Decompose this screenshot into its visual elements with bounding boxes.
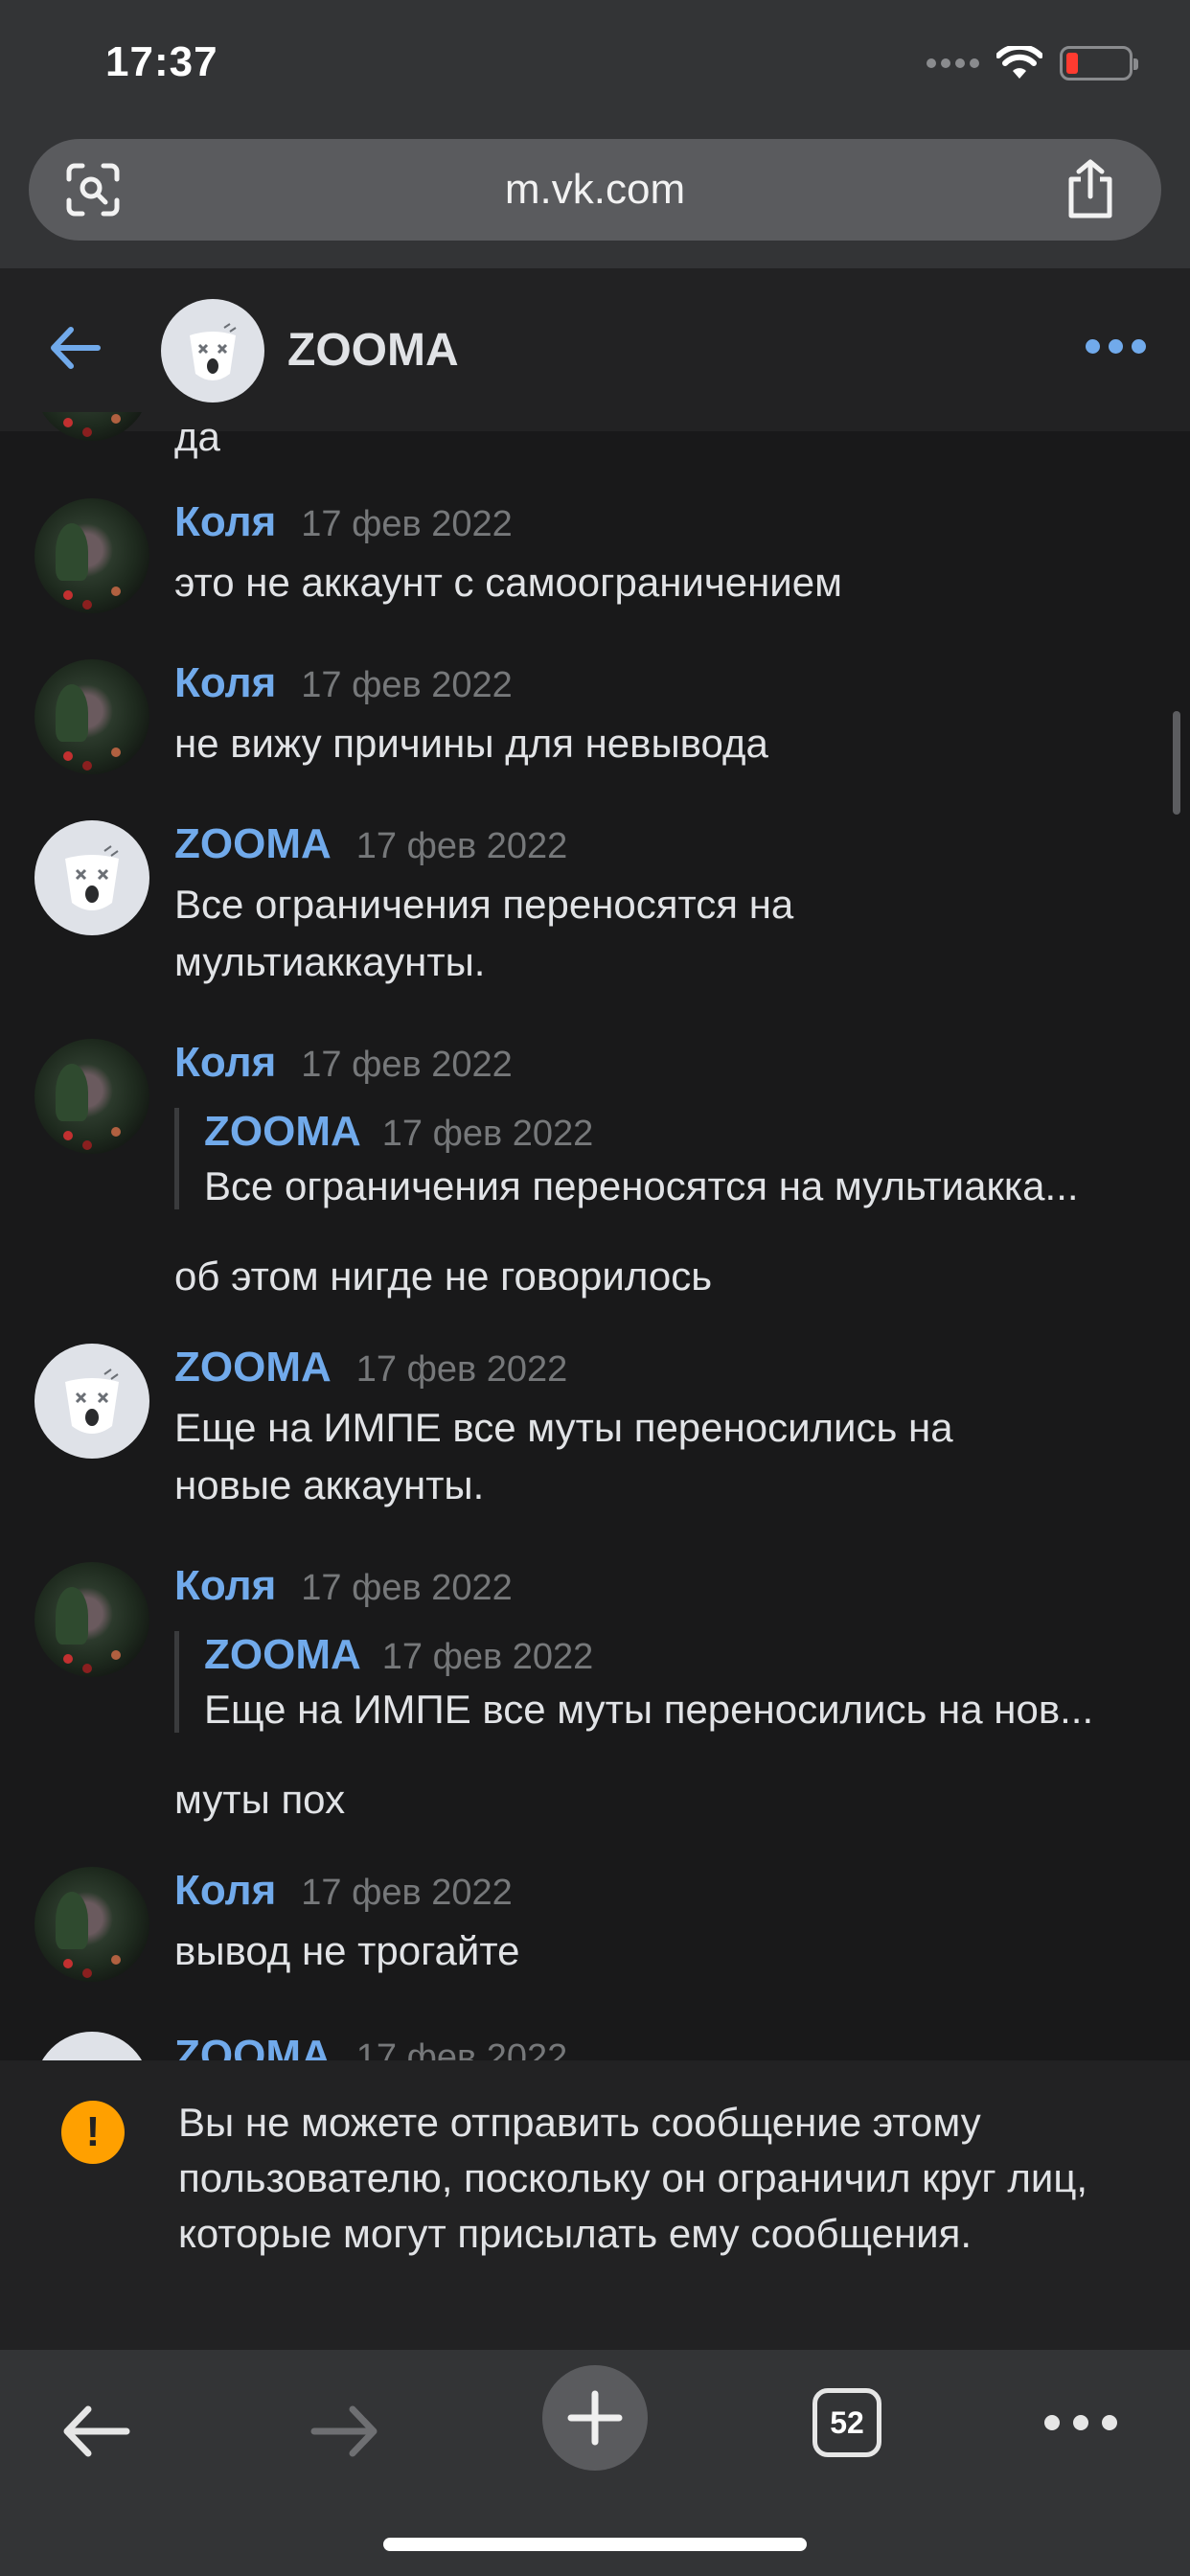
message-text: об этом нигде не говорилось (174, 1254, 713, 1299)
message-author[interactable]: Коля (174, 659, 276, 707)
quote-date: 17 фев 2022 (381, 1637, 594, 1677)
quote-author: ZOOMA (204, 1631, 361, 1678)
avatar[interactable] (34, 412, 149, 441)
message-author[interactable]: Коля (174, 1039, 276, 1087)
message-date: 17 фев 2022 (301, 665, 513, 705)
reply-quote[interactable]: ZOOMA 17 фев 2022 Еще на ИМПЕ все муты пе… (174, 1631, 1152, 1733)
new-tab-button[interactable] (542, 2365, 648, 2471)
menu-icon[interactable] (1044, 2415, 1117, 2430)
message-text: не вижу причины для невывода (174, 721, 768, 766)
message-text: это не аккаунт с самоограничением (174, 560, 842, 605)
message-date: 17 фев 2022 (301, 1045, 513, 1085)
avatar[interactable] (34, 2032, 149, 2060)
quote-author: ZOOMA (204, 1108, 361, 1155)
warning-icon: ! (61, 2101, 125, 2164)
message-date: 17 фев 2022 (301, 504, 513, 544)
avatar[interactable] (34, 1562, 149, 1677)
restriction-notice: ! Вы не можете отправить сообщение этому… (0, 2060, 1190, 2350)
avatar[interactable] (34, 498, 149, 613)
message-author[interactable]: Коля (174, 498, 276, 546)
message-date: 17 фев 2022 (301, 1873, 513, 1913)
message-author[interactable]: ZOOMA (174, 1344, 332, 1392)
tabs-button[interactable]: 52 (812, 2388, 881, 2457)
chat-header: ZOOMA (0, 268, 1190, 431)
back-icon[interactable] (44, 2379, 149, 2484)
status-time: 17:37 (105, 38, 218, 85)
address-bar[interactable]: m.vk.com (29, 139, 1161, 241)
bear-icon (190, 323, 237, 380)
avatar[interactable] (34, 1867, 149, 1982)
message-text: да (174, 414, 220, 459)
message-list[interactable]: да Коля 17 фев 2022 это не аккаунт с сам… (0, 412, 1190, 2060)
quote-text: Еще на ИМПЕ все муты переносились на нов… (204, 1687, 1094, 1732)
browser-chrome: 17:37 m.vk.com (0, 0, 1190, 268)
message-author[interactable]: ZOOMA (174, 820, 332, 868)
reply-quote[interactable]: ZOOMA 17 фев 2022 Все ограничения перенос… (174, 1108, 1152, 1209)
message-author[interactable]: ZOOMA (174, 2032, 332, 2060)
message-text: Еще на ИМПЕ все муты переносились на нов… (174, 1405, 953, 1507)
avatar[interactable] (34, 1039, 149, 1154)
message-text: Все ограничения переносятся на мультиакк… (174, 882, 794, 984)
more-options-icon[interactable] (1086, 339, 1146, 354)
back-arrow-icon[interactable] (44, 316, 107, 380)
avatar[interactable] (34, 659, 149, 774)
notice-text: Вы не можете отправить сообщение этому п… (178, 2100, 1088, 2256)
share-icon[interactable] (1062, 158, 1119, 219)
quote-date: 17 фев 2022 (381, 1114, 594, 1154)
chat-title[interactable]: ZOOMA (287, 324, 459, 377)
message-date: 17 фев 2022 (355, 1349, 568, 1390)
cellular-signal-icon (927, 58, 979, 68)
message-text: муты пох (174, 1777, 346, 1822)
avatar[interactable] (34, 1344, 149, 1459)
wifi-icon (996, 46, 1042, 79)
battery-icon (1060, 46, 1138, 80)
status-icons (927, 46, 1138, 80)
message-author[interactable]: Коля (174, 1562, 276, 1610)
message-date: 17 фев 2022 (355, 2037, 568, 2060)
bear-icon (65, 1368, 119, 1434)
message-date: 17 фев 2022 (355, 826, 568, 866)
avatar[interactable] (34, 820, 149, 935)
plus-icon (567, 2390, 623, 2446)
quote-text: Все ограничения переносятся на мультиакк… (204, 1163, 1079, 1208)
scrollbar[interactable] (1173, 711, 1180, 815)
message-author[interactable]: Коля (174, 1867, 276, 1915)
forward-icon[interactable] (291, 2379, 397, 2484)
bear-icon (65, 845, 119, 910)
message-date: 17 фев 2022 (301, 1568, 513, 1608)
message-text: вывод не трогайте (174, 1928, 520, 1973)
home-indicator (383, 2538, 807, 2551)
url-text[interactable]: m.vk.com (29, 166, 1161, 214)
chat-avatar[interactable] (161, 299, 264, 402)
